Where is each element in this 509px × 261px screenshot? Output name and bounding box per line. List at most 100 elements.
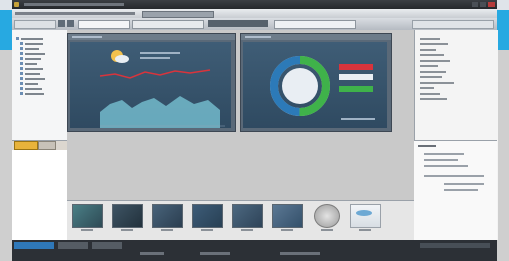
property-row[interactable] xyxy=(420,81,498,86)
page-2-header xyxy=(241,34,391,40)
title-bar-menu xyxy=(24,3,124,6)
thumbnail-4[interactable] xyxy=(192,204,223,228)
detail-line xyxy=(444,183,484,185)
right-accent-strip xyxy=(497,10,509,50)
thumbnail-2-label xyxy=(112,229,141,232)
detail-line xyxy=(424,175,484,177)
thumbnail-3-label xyxy=(152,229,181,232)
detail-line xyxy=(444,189,478,191)
property-row[interactable] xyxy=(420,98,498,102)
ribbon-left-group[interactable] xyxy=(14,20,56,29)
minimize-icon[interactable] xyxy=(472,2,478,7)
maximize-icon[interactable] xyxy=(480,2,486,7)
page-icon xyxy=(20,92,23,95)
ribbon-dropdown[interactable] xyxy=(132,20,204,29)
weather-card-graphic xyxy=(99,50,225,128)
properties-detail-section xyxy=(414,140,497,241)
property-row[interactable] xyxy=(420,65,498,69)
legend-bar-white xyxy=(339,74,373,80)
detail-line xyxy=(424,153,464,155)
left-accent-strip xyxy=(0,10,12,50)
page-icon xyxy=(20,42,23,45)
page-icon xyxy=(20,77,23,80)
donut-center xyxy=(282,68,318,104)
ribbon-right-field[interactable] xyxy=(274,20,356,29)
ribbon-dark-group[interactable] xyxy=(208,20,268,27)
legend-bar-red xyxy=(339,64,373,70)
property-row[interactable] xyxy=(420,76,498,80)
weather-line-2 xyxy=(140,57,170,59)
thumbnail-6-label xyxy=(272,229,301,232)
ribbon-field[interactable] xyxy=(78,20,130,29)
tab-properties[interactable] xyxy=(14,141,38,150)
folder-icon xyxy=(16,37,19,40)
status-field xyxy=(200,252,230,255)
thumbnail-1-label xyxy=(72,229,101,232)
property-row[interactable] xyxy=(420,59,498,64)
property-row[interactable] xyxy=(420,92,498,97)
zoom-control[interactable] xyxy=(420,243,490,248)
section-heading xyxy=(418,145,436,147)
page-icon xyxy=(20,72,23,75)
thumbnail-6[interactable] xyxy=(272,204,303,228)
left-edge-bg xyxy=(0,50,12,261)
close-icon[interactable] xyxy=(488,2,495,7)
thumbnail-5[interactable] xyxy=(232,204,263,228)
top-left-corner xyxy=(0,0,12,10)
status-tab[interactable] xyxy=(92,242,122,249)
thumbnail-7[interactable] xyxy=(314,204,340,228)
app-icon[interactable] xyxy=(14,2,19,7)
thumbnail-5-label xyxy=(232,229,261,232)
property-row[interactable] xyxy=(420,70,498,75)
status-field xyxy=(280,252,320,255)
property-row[interactable] xyxy=(420,54,498,58)
property-row[interactable] xyxy=(420,37,498,42)
donut-card xyxy=(243,42,387,128)
status-field xyxy=(140,252,164,255)
thumbnail-8-label xyxy=(350,229,379,232)
grid-icon[interactable] xyxy=(67,20,74,27)
donut-card-graphic xyxy=(270,56,375,120)
weather-line-1 xyxy=(140,52,180,54)
page-icon xyxy=(20,47,23,50)
page-icon xyxy=(20,52,23,55)
detail-line xyxy=(424,165,468,167)
right-edge-bg xyxy=(497,50,509,261)
property-row[interactable] xyxy=(420,48,498,53)
thumbnail-3[interactable] xyxy=(152,204,183,228)
thumbnail-4-label xyxy=(192,229,221,232)
page-icon xyxy=(20,57,23,60)
top-right-corner xyxy=(497,0,509,10)
precipitation-area xyxy=(100,96,220,128)
card-footer-line xyxy=(341,118,375,120)
page-icon xyxy=(20,87,23,90)
dashboard-page-1[interactable] xyxy=(67,33,236,132)
page-2-header-label xyxy=(245,36,271,38)
dashboard-page-2[interactable] xyxy=(240,33,392,132)
temperature-line xyxy=(99,69,211,79)
page-1-header xyxy=(68,34,235,40)
title-bar xyxy=(12,0,497,9)
property-row[interactable] xyxy=(420,43,498,47)
tree-item[interactable] xyxy=(12,91,67,96)
property-row[interactable] xyxy=(420,87,498,91)
cloud-icon xyxy=(115,55,129,63)
ribbon-end-group[interactable] xyxy=(412,20,494,29)
legend-bar-green xyxy=(339,86,373,92)
page-1-header-label xyxy=(72,36,102,38)
page-icon xyxy=(20,67,23,70)
detail-line xyxy=(424,159,458,161)
status-tab[interactable] xyxy=(58,242,88,249)
tab-explorer[interactable] xyxy=(38,141,56,150)
thumbnail-2[interactable] xyxy=(112,204,143,228)
thumbnail-1[interactable] xyxy=(72,204,103,228)
page-icon xyxy=(20,62,23,65)
quick-access-bar[interactable] xyxy=(142,11,214,18)
thumbnail-8-shape xyxy=(356,210,372,216)
thumbnail-8[interactable] xyxy=(350,204,381,228)
status-tab-active[interactable] xyxy=(14,242,54,249)
layout-icon[interactable] xyxy=(58,20,65,27)
page-icon xyxy=(20,82,23,85)
menu-bar xyxy=(15,12,135,15)
left-panel-lower xyxy=(12,150,68,240)
